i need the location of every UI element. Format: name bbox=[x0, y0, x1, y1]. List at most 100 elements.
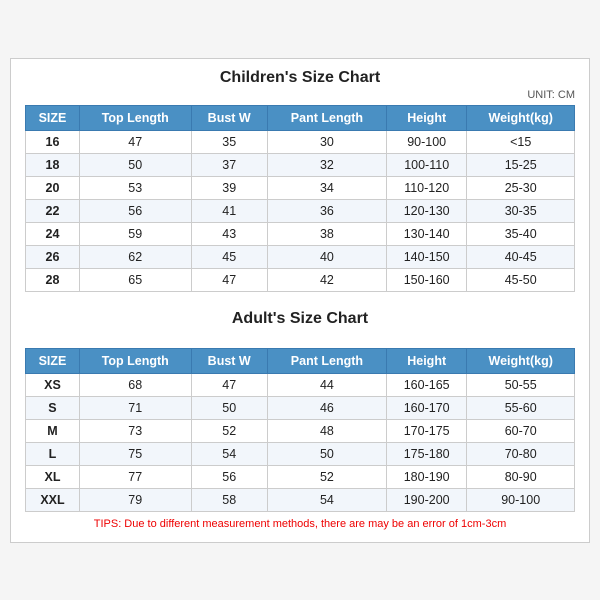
children-cell: 62 bbox=[79, 245, 191, 268]
col-size-adult: SIZE bbox=[26, 348, 80, 373]
children-cell: 59 bbox=[79, 222, 191, 245]
unit-label: UNIT: CM bbox=[25, 89, 575, 101]
adults-cell: XL bbox=[26, 465, 80, 488]
adults-cell: 77 bbox=[79, 465, 191, 488]
children-cell: 38 bbox=[267, 222, 386, 245]
children-cell: 47 bbox=[191, 268, 267, 291]
children-cell: 25-30 bbox=[467, 176, 575, 199]
col-top-length: Top Length bbox=[79, 105, 191, 130]
col-weight-adult: Weight(kg) bbox=[467, 348, 575, 373]
children-cell: 130-140 bbox=[386, 222, 466, 245]
children-table-row: 18503732100-11015-25 bbox=[26, 153, 575, 176]
adults-cell: 75 bbox=[79, 442, 191, 465]
col-pant-length: Pant Length bbox=[267, 105, 386, 130]
children-cell: 26 bbox=[26, 245, 80, 268]
children-cell: 110-120 bbox=[386, 176, 466, 199]
children-cell: 100-110 bbox=[386, 153, 466, 176]
children-cell: 140-150 bbox=[386, 245, 466, 268]
children-cell: 53 bbox=[79, 176, 191, 199]
children-cell: 37 bbox=[191, 153, 267, 176]
adults-cell: XS bbox=[26, 373, 80, 396]
adults-title: Adult's Size Chart bbox=[25, 310, 575, 328]
col-weight: Weight(kg) bbox=[467, 105, 575, 130]
children-size-table: SIZE Top Length Bust W Pant Length Heigh… bbox=[25, 105, 575, 292]
adults-cell: 55-60 bbox=[467, 396, 575, 419]
children-cell: 45 bbox=[191, 245, 267, 268]
adults-cell: 47 bbox=[191, 373, 267, 396]
children-cell: 90-100 bbox=[386, 130, 466, 153]
children-cell: 41 bbox=[191, 199, 267, 222]
adults-table-row: XL775652180-19080-90 bbox=[26, 465, 575, 488]
children-cell: 35 bbox=[191, 130, 267, 153]
adults-table-row: XS684744160-16550-55 bbox=[26, 373, 575, 396]
adults-cell: M bbox=[26, 419, 80, 442]
adults-cell: 44 bbox=[267, 373, 386, 396]
adults-cell: 48 bbox=[267, 419, 386, 442]
adults-cell: 54 bbox=[191, 442, 267, 465]
adults-cell: 68 bbox=[79, 373, 191, 396]
children-cell: 30 bbox=[267, 130, 386, 153]
children-title: Children's Size Chart bbox=[25, 69, 575, 87]
children-table-row: 1647353090-100<15 bbox=[26, 130, 575, 153]
adults-cell: L bbox=[26, 442, 80, 465]
children-cell: 50 bbox=[79, 153, 191, 176]
children-cell: 24 bbox=[26, 222, 80, 245]
children-cell: 16 bbox=[26, 130, 80, 153]
children-cell: 18 bbox=[26, 153, 80, 176]
col-height: Height bbox=[386, 105, 466, 130]
adults-cell: 56 bbox=[191, 465, 267, 488]
col-bust-w-adult: Bust W bbox=[191, 348, 267, 373]
children-table-row: 22564136120-13030-35 bbox=[26, 199, 575, 222]
children-cell: 34 bbox=[267, 176, 386, 199]
adults-cell: 50-55 bbox=[467, 373, 575, 396]
children-cell: 150-160 bbox=[386, 268, 466, 291]
children-cell: 40 bbox=[267, 245, 386, 268]
adults-table-row: S715046160-17055-60 bbox=[26, 396, 575, 419]
children-cell: 28 bbox=[26, 268, 80, 291]
tips-text: TIPS: Due to different measurement metho… bbox=[25, 518, 575, 530]
adults-cell: 73 bbox=[79, 419, 191, 442]
col-height-adult: Height bbox=[386, 348, 466, 373]
adults-header-row: SIZE Top Length Bust W Pant Length Heigh… bbox=[26, 348, 575, 373]
adults-table-row: M735248170-17560-70 bbox=[26, 419, 575, 442]
adults-cell: 60-70 bbox=[467, 419, 575, 442]
children-table-row: 20533934110-12025-30 bbox=[26, 176, 575, 199]
adults-size-table: SIZE Top Length Bust W Pant Length Heigh… bbox=[25, 348, 575, 512]
children-table-row: 28654742150-16045-50 bbox=[26, 268, 575, 291]
children-table-row: 24594338130-14035-40 bbox=[26, 222, 575, 245]
children-cell: 22 bbox=[26, 199, 80, 222]
size-chart-container: Children's Size Chart UNIT: CM SIZE Top … bbox=[10, 58, 590, 543]
adults-cell: 175-180 bbox=[386, 442, 466, 465]
col-pant-length-adult: Pant Length bbox=[267, 348, 386, 373]
children-cell: 120-130 bbox=[386, 199, 466, 222]
children-cell: 20 bbox=[26, 176, 80, 199]
children-cell: 36 bbox=[267, 199, 386, 222]
adults-cell: 52 bbox=[191, 419, 267, 442]
children-cell: 45-50 bbox=[467, 268, 575, 291]
children-cell: 40-45 bbox=[467, 245, 575, 268]
adults-cell: 71 bbox=[79, 396, 191, 419]
adults-cell: 180-190 bbox=[386, 465, 466, 488]
adults-cell: 70-80 bbox=[467, 442, 575, 465]
children-cell: 30-35 bbox=[467, 199, 575, 222]
children-cell: 65 bbox=[79, 268, 191, 291]
children-cell: 42 bbox=[267, 268, 386, 291]
adults-cell: 58 bbox=[191, 488, 267, 511]
adults-cell: S bbox=[26, 396, 80, 419]
adults-cell: XXL bbox=[26, 488, 80, 511]
children-cell: 35-40 bbox=[467, 222, 575, 245]
adults-table-row: L755450175-18070-80 bbox=[26, 442, 575, 465]
children-cell: 43 bbox=[191, 222, 267, 245]
children-cell: 32 bbox=[267, 153, 386, 176]
adults-cell: 54 bbox=[267, 488, 386, 511]
col-size: SIZE bbox=[26, 105, 80, 130]
children-cell: 47 bbox=[79, 130, 191, 153]
col-top-length-adult: Top Length bbox=[79, 348, 191, 373]
adults-cell: 160-170 bbox=[386, 396, 466, 419]
adults-cell: 46 bbox=[267, 396, 386, 419]
adults-cell: 80-90 bbox=[467, 465, 575, 488]
adults-cell: 50 bbox=[191, 396, 267, 419]
children-cell: <15 bbox=[467, 130, 575, 153]
adults-cell: 79 bbox=[79, 488, 191, 511]
children-table-row: 26624540140-15040-45 bbox=[26, 245, 575, 268]
